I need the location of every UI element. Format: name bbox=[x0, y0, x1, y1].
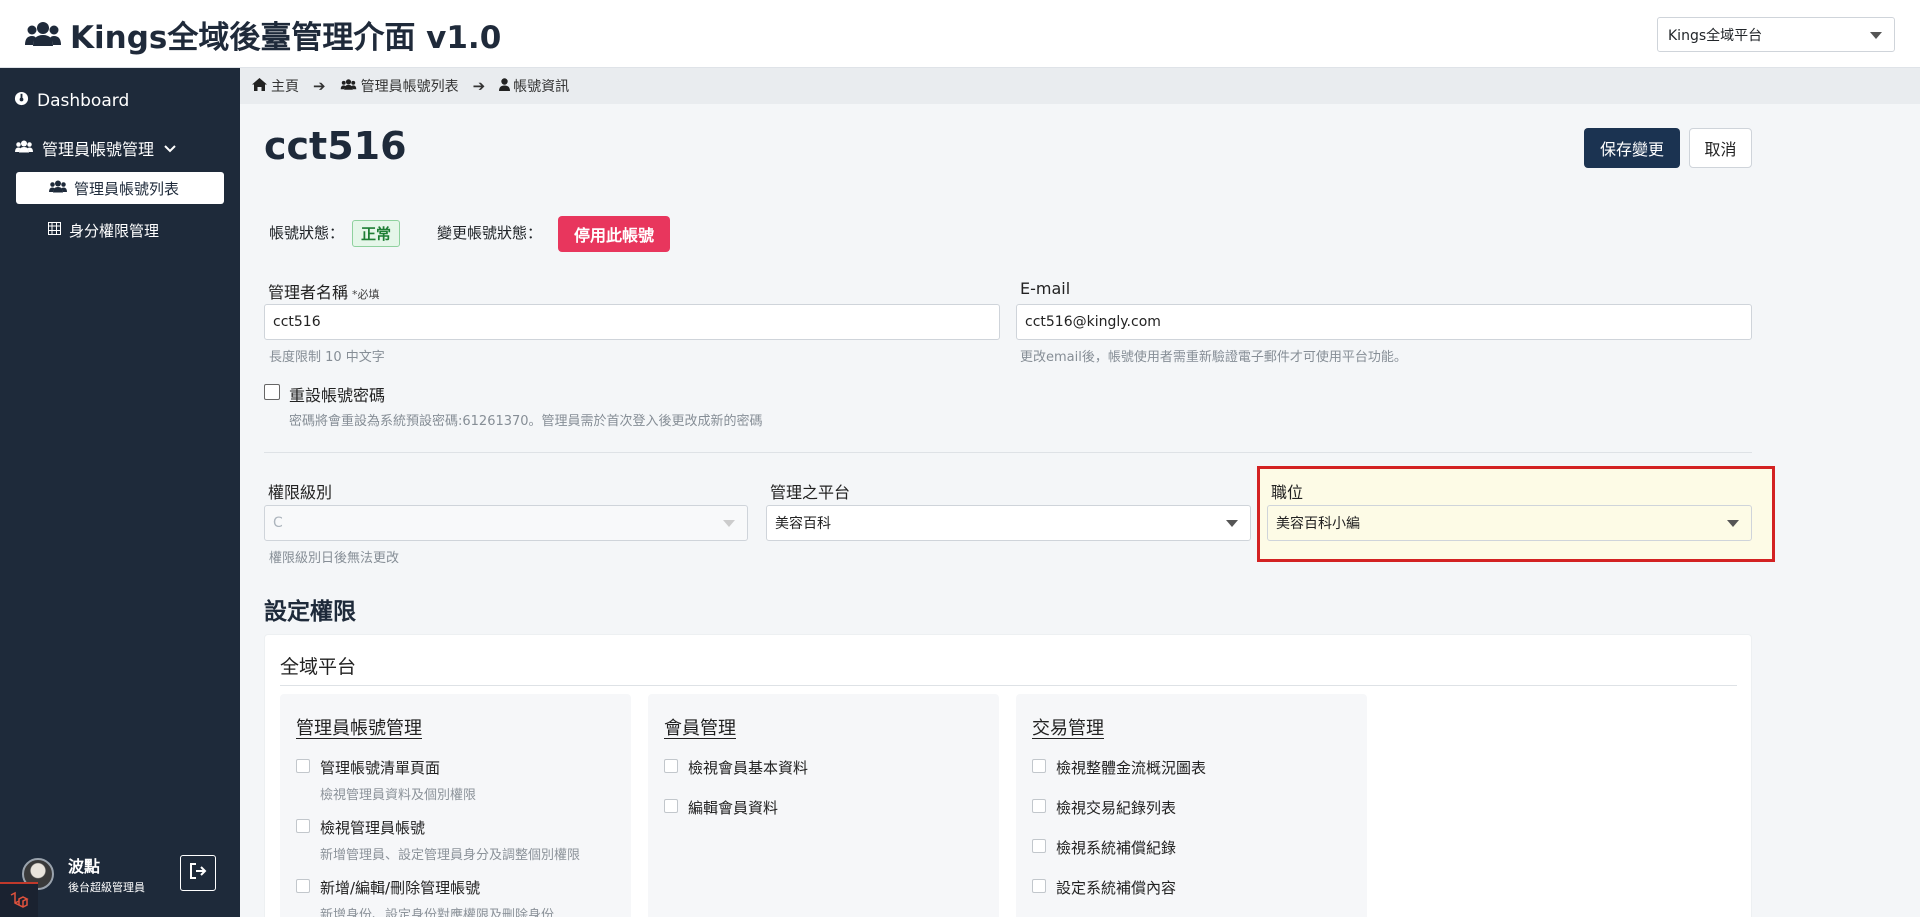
current-user: 波點 後台超級管理員 bbox=[22, 853, 145, 895]
sidebar-item-label: Dashboard bbox=[37, 91, 130, 111]
sidebar-item-dashboard[interactable]: Dashboard bbox=[14, 88, 129, 114]
users-icon bbox=[14, 139, 34, 158]
arrow-right-icon: ➔ bbox=[313, 77, 326, 95]
email-field[interactable]: cct516@kingly.com bbox=[1016, 304, 1752, 340]
breadcrumb-current: 帳號資訊 bbox=[499, 76, 569, 96]
name-label-text: 管理者名稱 bbox=[268, 283, 349, 302]
permissions-card-title: 全域平台 bbox=[280, 656, 357, 678]
permission-group-title: 會員管理 bbox=[664, 718, 736, 739]
level-select-value: C bbox=[273, 515, 283, 531]
permission-desc: 檢視管理員資料及個別權限 bbox=[320, 788, 477, 803]
cancel-button[interactable]: 取消 bbox=[1689, 128, 1752, 168]
breadcrumb-admin-list[interactable]: 管理員帳號列表 bbox=[340, 76, 459, 96]
logout-button[interactable] bbox=[180, 855, 216, 891]
divider bbox=[264, 452, 1752, 453]
change-status-label: 變更帳號狀態： bbox=[437, 224, 543, 242]
app-title-text: Kings全域後臺管理介面 v1.0 bbox=[70, 19, 502, 56]
permissions-section-title: 設定權限 bbox=[264, 599, 356, 625]
permission-checkbox[interactable] bbox=[1032, 839, 1046, 853]
breadcrumb-current-label: 帳號資訊 bbox=[513, 79, 570, 95]
permission-checkbox[interactable] bbox=[664, 799, 678, 813]
user-icon bbox=[499, 77, 511, 95]
user-role: 後台超級管理員 bbox=[68, 881, 145, 894]
position-select[interactable]: 美容百科小編 bbox=[1267, 505, 1752, 541]
top-header: Kings全域後臺管理介面 v1.0 Kings全域平台 bbox=[0, 0, 1920, 68]
permission-group-title: 管理員帳號管理 bbox=[296, 718, 422, 739]
platform-select-value: Kings全域平台 bbox=[1668, 27, 1763, 44]
chevron-down-icon bbox=[164, 139, 176, 158]
permission-checkbox[interactable] bbox=[1032, 879, 1046, 893]
level-field-label: 權限級別 bbox=[268, 483, 333, 502]
sidebar-item-label: 身分權限管理 bbox=[69, 221, 160, 240]
users-icon bbox=[48, 179, 68, 198]
reset-password-label: 重設帳號密碼 bbox=[289, 386, 386, 405]
level-help: 權限級別日後無法更改 bbox=[269, 551, 400, 566]
page-title: cct516 bbox=[264, 124, 407, 168]
permission-checkbox[interactable] bbox=[664, 759, 678, 773]
position-field-label: 職位 bbox=[1271, 483, 1304, 502]
sidebar-group-label: 管理員帳號管理 bbox=[42, 140, 155, 159]
arrow-right-icon: ➔ bbox=[472, 77, 486, 95]
permission-label: 檢視系統補償紀錄 bbox=[1056, 839, 1177, 857]
permission-checkbox[interactable] bbox=[1032, 799, 1046, 813]
chevron-down-icon bbox=[1226, 520, 1238, 527]
sidebar-group-admin-accounts[interactable]: 管理員帳號管理 bbox=[14, 135, 176, 161]
email-field-label: E-mail bbox=[1020, 279, 1071, 298]
home-icon bbox=[252, 77, 267, 95]
users-icon bbox=[24, 19, 62, 49]
permission-label: 檢視會員基本資料 bbox=[688, 759, 809, 777]
user-name: 波點 bbox=[68, 857, 101, 876]
permission-label: 編輯會員資料 bbox=[688, 799, 779, 817]
chevron-down-icon bbox=[1727, 520, 1739, 527]
position-select-value: 美容百科小編 bbox=[1276, 516, 1360, 532]
chevron-down-icon bbox=[1870, 31, 1882, 39]
permission-checkbox[interactable] bbox=[296, 879, 310, 893]
laravel-logo-icon bbox=[0, 882, 38, 917]
permission-label: 管理帳號清單頁面 bbox=[320, 759, 441, 777]
logout-icon bbox=[189, 862, 207, 884]
permission-desc: 新增管理員、設定管理員身分及調整個別權限 bbox=[320, 848, 581, 863]
level-select: C bbox=[264, 505, 748, 541]
platform-select[interactable]: Kings全域平台 bbox=[1657, 17, 1895, 52]
reset-password-checkbox[interactable] bbox=[264, 384, 280, 400]
reset-password-help: 密碼將會重設為系統預設密碼:61261370。管理員需於首次登入後更改成新的密碼 bbox=[289, 414, 763, 429]
grid-icon bbox=[48, 221, 61, 239]
platform-field-label: 管理之平台 bbox=[770, 483, 851, 502]
save-button[interactable]: 保存變更 bbox=[1584, 128, 1680, 168]
permission-label: 檢視交易紀錄列表 bbox=[1056, 799, 1177, 817]
sidebar: Dashboard 管理員帳號管理 管理員帳號列表 身分權限管理 波點 後台超級… bbox=[0, 68, 240, 917]
dashboard-icon bbox=[14, 91, 29, 111]
app-title: Kings全域後臺管理介面 v1.0 bbox=[24, 12, 501, 56]
breadcrumb: 主頁 ➔ 管理員帳號列表 ➔ 帳號資訊 bbox=[240, 68, 1920, 104]
permission-desc: 新增身份、設定身份對應權限及刪除身份 bbox=[320, 908, 555, 917]
breadcrumb-list-label: 管理員帳號列表 bbox=[360, 79, 459, 95]
permission-checkbox[interactable] bbox=[1032, 759, 1046, 773]
permission-checkbox[interactable] bbox=[296, 819, 310, 833]
email-help: 更改email後，帳號使用者需重新驗證電子郵件才可使用平台功能。 bbox=[1020, 350, 1407, 365]
status-badge: 正常 bbox=[352, 220, 401, 247]
sidebar-item-role-permissions[interactable]: 身分權限管理 bbox=[48, 217, 159, 243]
managed-platform-value: 美容百科 bbox=[775, 516, 831, 532]
disable-account-button[interactable]: 停用此帳號 bbox=[558, 216, 670, 252]
permission-label: 檢視管理員帳號 bbox=[320, 819, 426, 837]
required-mark: *必填 bbox=[352, 288, 380, 301]
account-status-label: 帳號狀態： bbox=[269, 224, 345, 242]
name-help: 長度限制 10 中文字 bbox=[269, 350, 385, 365]
breadcrumb-home[interactable]: 主頁 bbox=[252, 76, 299, 96]
breadcrumb-home-label: 主頁 bbox=[271, 79, 299, 95]
name-field-label: 管理者名稱 *必填 bbox=[268, 279, 380, 303]
chevron-down-icon bbox=[723, 520, 735, 527]
sidebar-item-admin-list[interactable]: 管理員帳號列表 bbox=[16, 172, 224, 204]
users-icon bbox=[340, 78, 357, 95]
managed-platform-select[interactable]: 美容百科 bbox=[766, 505, 1251, 541]
permission-checkbox[interactable] bbox=[296, 759, 310, 773]
permission-label: 新增/編輯/刪除管理帳號 bbox=[320, 879, 481, 897]
permission-group-title: 交易管理 bbox=[1032, 718, 1104, 739]
name-field[interactable]: cct516 bbox=[264, 304, 1000, 340]
divider bbox=[280, 685, 1737, 686]
permission-label: 檢視整體金流概況圖表 bbox=[1056, 759, 1207, 777]
permission-label: 設定系統補償內容 bbox=[1056, 879, 1177, 897]
sidebar-item-label: 管理員帳號列表 bbox=[74, 179, 180, 198]
